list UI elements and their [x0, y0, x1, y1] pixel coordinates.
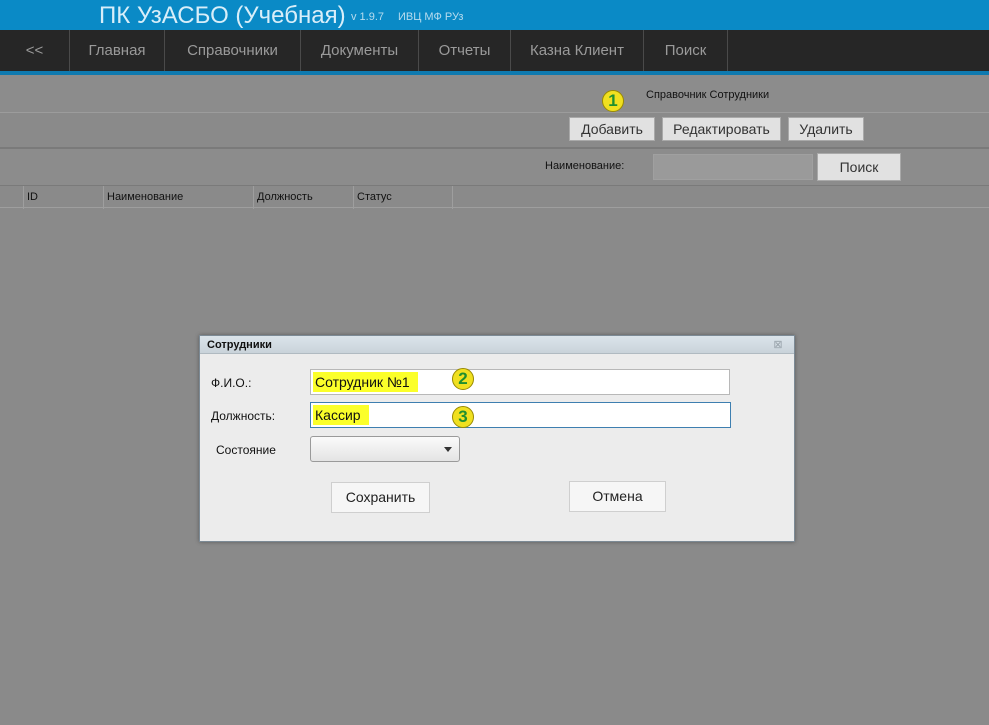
dialog-title: Сотрудники [207, 339, 272, 351]
column-status[interactable]: Статус [353, 186, 453, 209]
page-title: Справочник Сотрудники [646, 89, 770, 101]
position-input[interactable]: Кассир [310, 402, 731, 428]
fio-label: Ф.И.О.: [211, 376, 252, 390]
add-button[interactable]: Добавить [569, 117, 655, 141]
app-org: ИВЦ МФ РУз [398, 11, 464, 23]
menu-search[interactable]: Поиск [644, 30, 728, 71]
page-header: 1 Справочник Сотрудники [0, 75, 989, 113]
save-button[interactable]: Сохранить [331, 482, 430, 513]
search-label: Наименование: [545, 160, 625, 172]
position-value: Кассир [313, 405, 369, 425]
edit-button[interactable]: Редактировать [662, 117, 781, 141]
search-input[interactable] [653, 154, 813, 180]
menu-reports[interactable]: Отчеты [419, 30, 511, 71]
state-select[interactable] [310, 436, 460, 462]
position-label: Должность: [211, 409, 276, 423]
delete-button[interactable]: Удалить [788, 117, 864, 141]
menu-home[interactable]: Главная [70, 30, 165, 71]
app-version: v 1.9.7 [351, 11, 385, 23]
menu-treasury-client[interactable]: Казна Клиент [511, 30, 644, 71]
menu-directories[interactable]: Справочники [165, 30, 301, 71]
grid-header: ID Наименование Должность Статус [0, 185, 989, 209]
menu-back[interactable]: << [0, 30, 70, 71]
search-bar: Наименование: Поиск [0, 147, 989, 185]
column-id[interactable]: ID [23, 186, 103, 209]
main-menu: << Главная Справочники Документы Отчеты … [0, 30, 989, 71]
state-label: Состояние [216, 443, 276, 457]
search-button[interactable]: Поиск [817, 153, 901, 181]
close-icon[interactable]: ⊠ [772, 339, 784, 351]
step-badge-2: 2 [452, 368, 474, 390]
fio-value: Сотрудник №1 [313, 372, 418, 392]
menu-documents[interactable]: Документы [301, 30, 419, 71]
app-titlebar: ПК УзАСБО (Учебная) v 1.9.7 ИВЦ МФ РУз [0, 0, 989, 30]
step-badge-3: 3 [452, 406, 474, 428]
fio-input[interactable]: Сотрудник №1 [310, 369, 730, 395]
column-name[interactable]: Наименование [103, 186, 253, 209]
column-position[interactable]: Должность [253, 186, 353, 209]
app-title: ПК УзАСБО (Учебная) [99, 2, 346, 29]
chevron-down-icon [444, 447, 452, 452]
dialog-titlebar: Сотрудники ⊠ [200, 336, 794, 354]
cancel-button[interactable]: Отмена [569, 481, 666, 512]
employee-dialog: Сотрудники ⊠ Ф.И.О.: Сотрудник №1 2 Долж… [199, 335, 795, 542]
step-badge-1: 1 [602, 90, 624, 112]
